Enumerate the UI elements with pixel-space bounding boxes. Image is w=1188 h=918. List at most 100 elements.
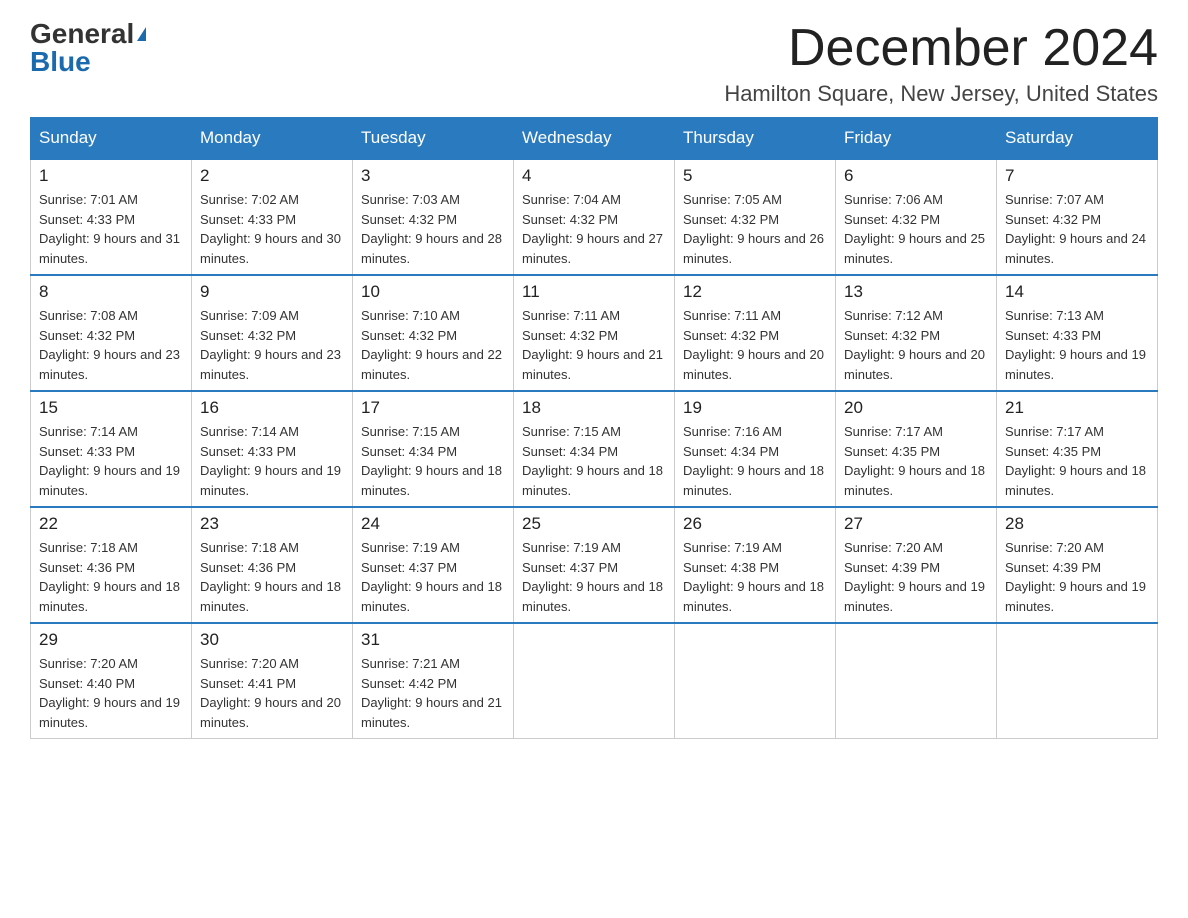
day-cell-6: 6 Sunrise: 7:06 AMSunset: 4:32 PMDaylight… bbox=[836, 159, 997, 275]
day-cell-25: 25Sunrise: 7:19 AMSunset: 4:37 PMDayligh… bbox=[514, 507, 675, 623]
day-cell-18: 18Sunrise: 7:15 AMSunset: 4:34 PMDayligh… bbox=[514, 391, 675, 507]
day-cell-23: 23 Sunrise: 7:18 AMSunset: 4:36 PMDayligh… bbox=[192, 507, 353, 623]
day-info-26: Sunrise: 7:19 AMSunset: 4:38 PMDaylight:… bbox=[683, 538, 827, 616]
day-cell-4: 4 Sunrise: 7:04 AMSunset: 4:32 PMDaylight… bbox=[514, 159, 675, 275]
day-number-27: 27 bbox=[844, 514, 988, 534]
day-number-6: 6 bbox=[844, 166, 988, 186]
day-info-13: Sunrise: 7:12 AMSunset: 4:32 PMDaylight:… bbox=[844, 306, 988, 384]
day-number-4: 4 bbox=[522, 166, 666, 186]
day-info-18: Sunrise: 7:15 AMSunset: 4:34 PMDaylight:… bbox=[522, 422, 666, 500]
day-cell-9: 9Sunrise: 7:09 AMSunset: 4:32 PMDaylight… bbox=[192, 275, 353, 391]
week-row-3: 15Sunrise: 7:14 AMSunset: 4:33 PMDayligh… bbox=[31, 391, 1158, 507]
logo-general-text: General bbox=[30, 20, 134, 48]
day-number-30: 30 bbox=[200, 630, 344, 650]
day-number-31: 31 bbox=[361, 630, 505, 650]
logo-blue-text: Blue bbox=[30, 48, 91, 76]
day-info-6: Sunrise: 7:06 AMSunset: 4:32 PMDaylight:… bbox=[844, 190, 988, 268]
day-cell-29: 29Sunrise: 7:20 AMSunset: 4:40 PMDayligh… bbox=[31, 623, 192, 739]
day-cell-22: 22 Sunrise: 7:18 AMSunset: 4:36 PMDayligh… bbox=[31, 507, 192, 623]
day-info-10: Sunrise: 7:10 AMSunset: 4:32 PMDaylight:… bbox=[361, 306, 505, 384]
day-number-17: 17 bbox=[361, 398, 505, 418]
day-cell-13: 13 Sunrise: 7:12 AMSunset: 4:32 PMDayligh… bbox=[836, 275, 997, 391]
day-info-4: Sunrise: 7:04 AMSunset: 4:32 PMDaylight:… bbox=[522, 190, 666, 268]
day-info-5: Sunrise: 7:05 AMSunset: 4:32 PMDaylight:… bbox=[683, 190, 827, 268]
day-info-20: Sunrise: 7:17 AMSunset: 4:35 PMDaylight:… bbox=[844, 422, 988, 500]
calendar-header: SundayMondayTuesdayWednesdayThursdayFrid… bbox=[31, 118, 1158, 160]
day-number-12: 12 bbox=[683, 282, 827, 302]
day-info-1: Sunrise: 7:01 AMSunset: 4:33 PMDaylight:… bbox=[39, 190, 183, 268]
day-info-27: Sunrise: 7:20 AMSunset: 4:39 PMDaylight:… bbox=[844, 538, 988, 616]
day-cell-20: 20 Sunrise: 7:17 AMSunset: 4:35 PMDayligh… bbox=[836, 391, 997, 507]
day-number-7: 7 bbox=[1005, 166, 1149, 186]
day-cell-30: 30 Sunrise: 7:20 AMSunset: 4:41 PMDayligh… bbox=[192, 623, 353, 739]
day-number-23: 23 bbox=[200, 514, 344, 534]
header-friday: Friday bbox=[836, 118, 997, 160]
day-number-28: 28 bbox=[1005, 514, 1149, 534]
day-number-14: 14 bbox=[1005, 282, 1149, 302]
day-cell-5: 5Sunrise: 7:05 AMSunset: 4:32 PMDaylight… bbox=[675, 159, 836, 275]
page-header: General Blue December 2024 Hamilton Squa… bbox=[30, 20, 1158, 107]
week-row-2: 8 Sunrise: 7:08 AMSunset: 4:32 PMDaylight… bbox=[31, 275, 1158, 391]
day-cell-19: 19 Sunrise: 7:16 AMSunset: 4:34 PMDayligh… bbox=[675, 391, 836, 507]
week-row-5: 29Sunrise: 7:20 AMSunset: 4:40 PMDayligh… bbox=[31, 623, 1158, 739]
header-monday: Monday bbox=[192, 118, 353, 160]
header-sunday: Sunday bbox=[31, 118, 192, 160]
day-number-21: 21 bbox=[1005, 398, 1149, 418]
day-number-8: 8 bbox=[39, 282, 183, 302]
day-info-22: Sunrise: 7:18 AMSunset: 4:36 PMDaylight:… bbox=[39, 538, 183, 616]
day-cell-14: 14 Sunrise: 7:13 AMSunset: 4:33 PMDayligh… bbox=[997, 275, 1158, 391]
day-info-31: Sunrise: 7:21 AMSunset: 4:42 PMDaylight:… bbox=[361, 654, 505, 732]
day-cell-17: 17 Sunrise: 7:15 AMSunset: 4:34 PMDayligh… bbox=[353, 391, 514, 507]
header-tuesday: Tuesday bbox=[353, 118, 514, 160]
day-cell-28: 28 Sunrise: 7:20 AMSunset: 4:39 PMDayligh… bbox=[997, 507, 1158, 623]
empty-cell-4-4 bbox=[675, 623, 836, 739]
day-cell-3: 3Sunrise: 7:03 AMSunset: 4:32 PMDaylight… bbox=[353, 159, 514, 275]
day-cell-27: 27 Sunrise: 7:20 AMSunset: 4:39 PMDayligh… bbox=[836, 507, 997, 623]
header-saturday: Saturday bbox=[997, 118, 1158, 160]
day-cell-31: 31 Sunrise: 7:21 AMSunset: 4:42 PMDayligh… bbox=[353, 623, 514, 739]
day-info-19: Sunrise: 7:16 AMSunset: 4:34 PMDaylight:… bbox=[683, 422, 827, 500]
day-cell-15: 15Sunrise: 7:14 AMSunset: 4:33 PMDayligh… bbox=[31, 391, 192, 507]
day-info-30: Sunrise: 7:20 AMSunset: 4:41 PMDaylight:… bbox=[200, 654, 344, 732]
day-number-26: 26 bbox=[683, 514, 827, 534]
day-number-29: 29 bbox=[39, 630, 183, 650]
day-info-14: Sunrise: 7:13 AMSunset: 4:33 PMDaylight:… bbox=[1005, 306, 1149, 384]
week-row-1: 1 Sunrise: 7:01 AMSunset: 4:33 PMDaylight… bbox=[31, 159, 1158, 275]
day-number-20: 20 bbox=[844, 398, 988, 418]
day-cell-21: 21 Sunrise: 7:17 AMSunset: 4:35 PMDayligh… bbox=[997, 391, 1158, 507]
day-number-2: 2 bbox=[200, 166, 344, 186]
day-info-11: Sunrise: 7:11 AMSunset: 4:32 PMDaylight:… bbox=[522, 306, 666, 384]
day-cell-10: 10Sunrise: 7:10 AMSunset: 4:32 PMDayligh… bbox=[353, 275, 514, 391]
empty-cell-4-5 bbox=[836, 623, 997, 739]
day-number-22: 22 bbox=[39, 514, 183, 534]
day-number-25: 25 bbox=[522, 514, 666, 534]
month-title: December 2024 bbox=[724, 20, 1158, 77]
day-info-17: Sunrise: 7:15 AMSunset: 4:34 PMDaylight:… bbox=[361, 422, 505, 500]
day-cell-24: 24Sunrise: 7:19 AMSunset: 4:37 PMDayligh… bbox=[353, 507, 514, 623]
day-number-16: 16 bbox=[200, 398, 344, 418]
title-section: December 2024 Hamilton Square, New Jerse… bbox=[724, 20, 1158, 107]
day-cell-26: 26 Sunrise: 7:19 AMSunset: 4:38 PMDayligh… bbox=[675, 507, 836, 623]
day-number-24: 24 bbox=[361, 514, 505, 534]
day-cell-1: 1 Sunrise: 7:01 AMSunset: 4:33 PMDaylight… bbox=[31, 159, 192, 275]
header-wednesday: Wednesday bbox=[514, 118, 675, 160]
day-info-21: Sunrise: 7:17 AMSunset: 4:35 PMDaylight:… bbox=[1005, 422, 1149, 500]
day-info-8: Sunrise: 7:08 AMSunset: 4:32 PMDaylight:… bbox=[39, 306, 183, 384]
calendar-body: 1 Sunrise: 7:01 AMSunset: 4:33 PMDaylight… bbox=[31, 159, 1158, 739]
day-number-3: 3 bbox=[361, 166, 505, 186]
day-number-13: 13 bbox=[844, 282, 988, 302]
day-number-9: 9 bbox=[200, 282, 344, 302]
day-number-19: 19 bbox=[683, 398, 827, 418]
day-info-15: Sunrise: 7:14 AMSunset: 4:33 PMDaylight:… bbox=[39, 422, 183, 500]
day-cell-12: 12 Sunrise: 7:11 AMSunset: 4:32 PMDayligh… bbox=[675, 275, 836, 391]
day-cell-2: 2Sunrise: 7:02 AMSunset: 4:33 PMDaylight… bbox=[192, 159, 353, 275]
day-number-1: 1 bbox=[39, 166, 183, 186]
day-info-12: Sunrise: 7:11 AMSunset: 4:32 PMDaylight:… bbox=[683, 306, 827, 384]
header-thursday: Thursday bbox=[675, 118, 836, 160]
day-info-28: Sunrise: 7:20 AMSunset: 4:39 PMDaylight:… bbox=[1005, 538, 1149, 616]
day-cell-8: 8 Sunrise: 7:08 AMSunset: 4:32 PMDaylight… bbox=[31, 275, 192, 391]
day-info-23: Sunrise: 7:18 AMSunset: 4:36 PMDaylight:… bbox=[200, 538, 344, 616]
header-row: SundayMondayTuesdayWednesdayThursdayFrid… bbox=[31, 118, 1158, 160]
day-info-7: Sunrise: 7:07 AMSunset: 4:32 PMDaylight:… bbox=[1005, 190, 1149, 268]
empty-cell-4-6 bbox=[997, 623, 1158, 739]
